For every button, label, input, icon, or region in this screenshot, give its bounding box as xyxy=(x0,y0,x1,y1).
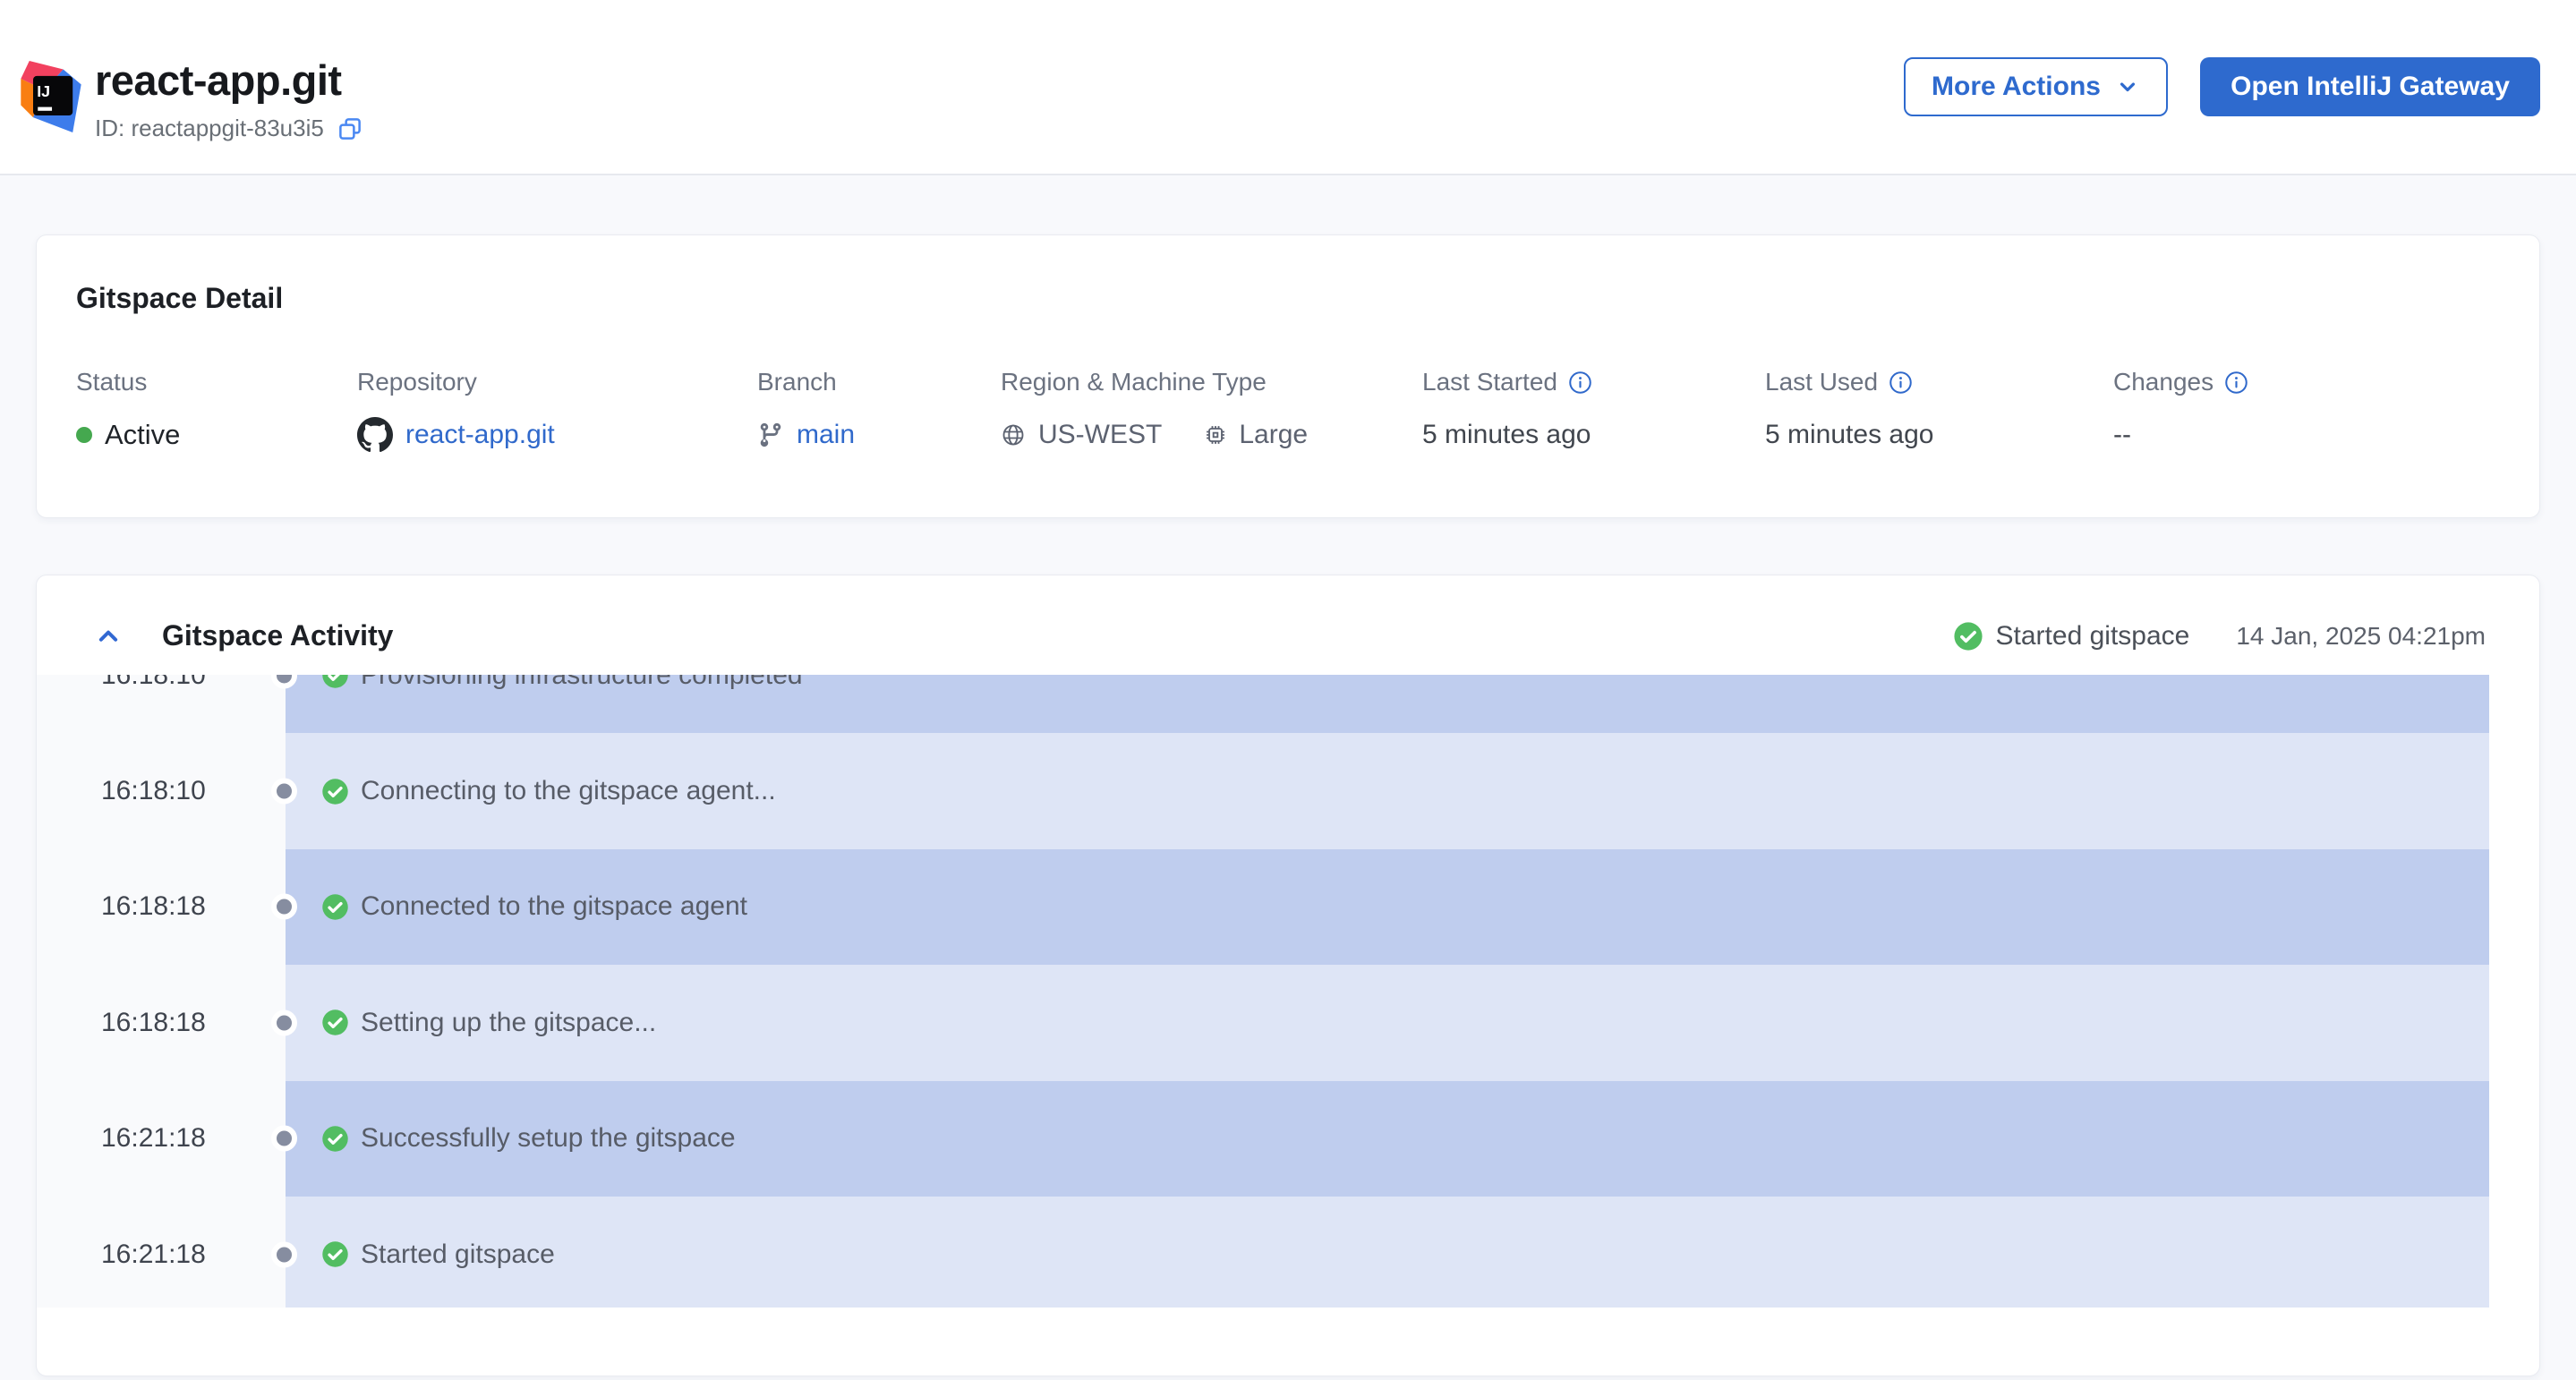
svg-text:IJ: IJ xyxy=(37,82,50,100)
more-actions-label: More Actions xyxy=(1932,72,2101,102)
detail-fields: Status Active Repository react-app.git xyxy=(76,367,2248,455)
event-message: Started gitspace xyxy=(361,1239,555,1270)
copy-icon[interactable] xyxy=(337,115,363,142)
last-used-value: 5 minutes ago xyxy=(1765,420,1933,450)
chevron-down-icon xyxy=(2115,74,2140,99)
activity-log-row: 16:18:10 Provisioning infrastructure com… xyxy=(37,675,2539,733)
event-message: Setting up the gitspace... xyxy=(361,1008,656,1038)
activity-log-row: 16:18:18 Setting up the gitspace... xyxy=(37,965,2539,1080)
globe-icon xyxy=(1001,422,1026,447)
event-time: 16:18:18 xyxy=(101,891,206,922)
info-icon[interactable] xyxy=(1889,371,1913,395)
page-header: IJ react-app.git ID: reactappgit-83u3i5 … xyxy=(0,0,2576,175)
check-circle-icon xyxy=(321,1125,349,1153)
status-dot xyxy=(76,427,92,443)
header-actions: More Actions Open IntelliJ Gateway xyxy=(1904,57,2540,116)
event-time: 16:21:18 xyxy=(101,1239,206,1270)
activity-log-row: 16:18:18 Connected to the gitspace agent xyxy=(37,849,2539,965)
field-changes: Changes -- xyxy=(2113,367,2248,455)
last-used-label: Last Used xyxy=(1765,368,1878,396)
gitspace-activity-card: Gitspace Activity Started gitspace 14 Ja… xyxy=(36,575,2540,1376)
event-time: 16:18:10 xyxy=(101,776,206,806)
check-circle-icon xyxy=(321,1240,349,1268)
timeline-dot xyxy=(271,1126,297,1152)
detail-card-heading: Gitspace Detail xyxy=(76,282,283,315)
activity-log-row: 16:21:18 Successfully setup the gitspace xyxy=(37,1081,2539,1197)
activity-log-row: 16:18:10 Connecting to the gitspace agen… xyxy=(37,733,2539,848)
timeline-dot xyxy=(271,1241,297,1267)
intellij-idea-logo-icon: IJ xyxy=(21,61,81,132)
cpu-icon xyxy=(1203,422,1228,447)
changes-value: -- xyxy=(2113,420,2131,450)
activity-log-viewport[interactable]: 16:18:10 Provisioning infrastructure com… xyxy=(37,675,2539,1308)
info-icon[interactable] xyxy=(2224,371,2248,395)
field-branch: Branch main xyxy=(757,367,1001,455)
last-started-label: Last Started xyxy=(1422,368,1557,396)
activity-log-row: 16:21:18 Started gitspace xyxy=(37,1197,2539,1308)
region-value: US-WEST xyxy=(1038,420,1162,450)
gitspace-id-label: ID: reactappgit-83u3i5 xyxy=(95,115,324,142)
check-circle-icon xyxy=(321,1009,349,1036)
open-intellij-gateway-button[interactable]: Open IntelliJ Gateway xyxy=(2200,57,2540,116)
event-message: Connecting to the gitspace agent... xyxy=(361,776,776,806)
activity-log: 16:18:10 Provisioning infrastructure com… xyxy=(37,675,2539,1308)
event-message: Provisioning infrastructure completed xyxy=(361,675,803,691)
check-circle-icon xyxy=(321,675,349,689)
machine-type-value: Large xyxy=(1239,420,1308,450)
git-branch-icon xyxy=(757,422,784,448)
field-status: Status Active xyxy=(76,367,357,455)
page-title: react-app.git xyxy=(95,57,363,104)
branch-label: Branch xyxy=(757,368,837,396)
check-circle-icon xyxy=(321,778,349,805)
status-label: Status xyxy=(76,368,147,396)
changes-label: Changes xyxy=(2113,368,2213,396)
field-last-started: Last Started 5 minutes ago xyxy=(1422,367,1765,455)
gitspace-id-row: ID: reactappgit-83u3i5 xyxy=(95,115,363,142)
machine-group: Large xyxy=(1203,420,1308,450)
activity-heading: Gitspace Activity xyxy=(162,619,393,652)
check-circle-icon xyxy=(1953,621,1983,652)
info-icon[interactable] xyxy=(1568,371,1592,395)
activity-header: Gitspace Activity Started gitspace 14 Ja… xyxy=(37,575,2539,675)
chevron-up-icon xyxy=(95,623,122,650)
region-machine-label: Region & Machine Type xyxy=(1001,368,1267,396)
event-message: Successfully setup the gitspace xyxy=(361,1123,736,1154)
timeline-dot xyxy=(271,894,297,920)
more-actions-button[interactable]: More Actions xyxy=(1904,57,2168,116)
github-icon xyxy=(357,417,393,453)
last-started-value: 5 minutes ago xyxy=(1422,420,1591,450)
field-last-used: Last Used 5 minutes ago xyxy=(1765,367,2113,455)
title-block: react-app.git ID: reactappgit-83u3i5 xyxy=(95,57,363,142)
activity-latest-status: Started gitspace 14 Jan, 2025 04:21pm xyxy=(1953,621,2486,652)
status-value: Active xyxy=(105,419,180,451)
event-message: Connected to the gitspace agent xyxy=(361,891,747,922)
event-time: 16:18:18 xyxy=(101,1008,206,1038)
event-time: 16:21:18 xyxy=(101,1123,206,1154)
timeline-dot xyxy=(271,1009,297,1035)
timeline-dot xyxy=(271,779,297,805)
repository-label: Repository xyxy=(357,368,477,396)
collapse-activity-button[interactable] xyxy=(92,620,124,652)
activity-timestamp: 14 Jan, 2025 04:21pm xyxy=(2236,622,2486,651)
repository-link[interactable]: react-app.git xyxy=(405,420,555,450)
check-circle-icon xyxy=(321,893,349,921)
gitspace-detail-card: Gitspace Detail Status Active Repository xyxy=(36,234,2540,518)
branch-link[interactable]: main xyxy=(797,420,855,450)
field-repository: Repository react-app.git xyxy=(357,367,757,455)
activity-status-label: Started gitspace xyxy=(1996,621,2190,652)
field-region-machine: Region & Machine Type US-WEST xyxy=(1001,367,1422,455)
event-time: 16:18:10 xyxy=(101,675,206,691)
